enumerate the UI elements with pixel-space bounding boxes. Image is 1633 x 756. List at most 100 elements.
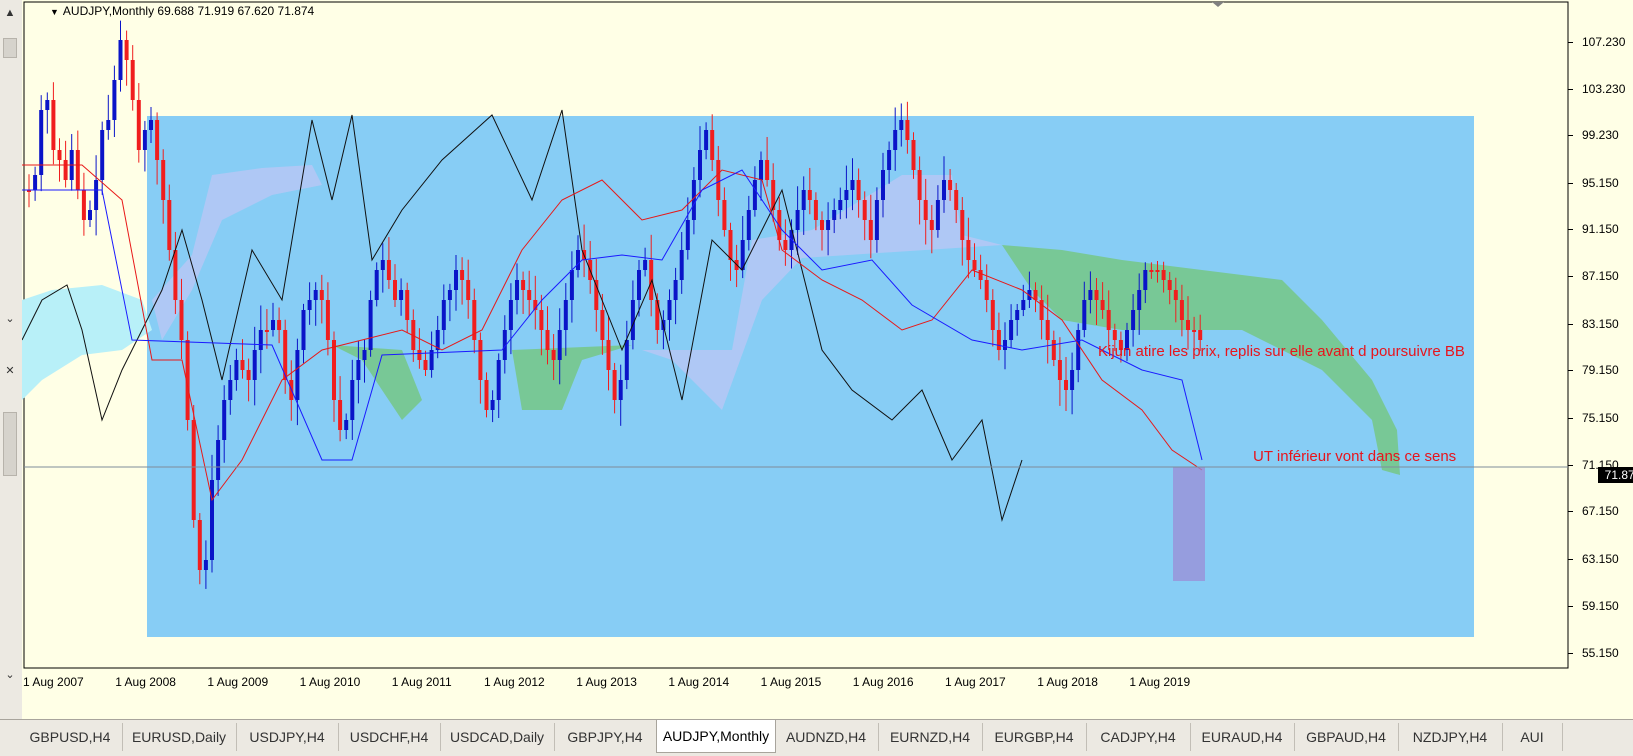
bull-candle xyxy=(1088,290,1093,300)
collapse-icon[interactable]: ▲ xyxy=(2,6,18,20)
bear-candle xyxy=(1179,300,1184,320)
bull-candle xyxy=(618,380,623,400)
bear-candle xyxy=(405,290,410,320)
price-label: 67.150 xyxy=(1582,504,1619,518)
bull-candle xyxy=(704,130,709,150)
bear-candle xyxy=(478,340,483,380)
tab-usdcad-daily[interactable]: USDCAD,Daily xyxy=(440,723,555,751)
bear-candle xyxy=(649,260,654,300)
tab-usdchf-h4[interactable]: USDCHF,H4 xyxy=(338,723,441,751)
price-tick xyxy=(1568,559,1573,560)
bull-candle xyxy=(801,190,806,210)
bull-candle xyxy=(100,130,105,180)
bear-candle xyxy=(960,210,965,240)
chevron-down-icon[interactable]: ⌄ xyxy=(2,312,18,326)
bear-candle xyxy=(484,380,489,410)
bear-candle xyxy=(551,350,556,360)
bull-candle xyxy=(344,420,349,430)
chevron-down-icon[interactable]: ⌄ xyxy=(2,668,18,682)
bear-candle xyxy=(460,270,465,280)
bear-candle xyxy=(917,170,922,200)
tab-usdjpy-h4[interactable]: USDJPY,H4 xyxy=(236,723,339,751)
price-label: 91.150 xyxy=(1582,222,1619,236)
tab-aui[interactable]: AUI xyxy=(1502,723,1563,751)
tab-cadjpy-h4[interactable]: CADJPY,H4 xyxy=(1086,723,1191,751)
bear-candle xyxy=(63,160,68,180)
current-price-tag: 71.874 xyxy=(1598,467,1633,483)
bear-candle xyxy=(1057,360,1062,380)
bear-candle xyxy=(655,300,660,330)
bear-candle xyxy=(264,330,269,332)
tab-eurusd-daily[interactable]: EURUSD,Daily xyxy=(122,723,237,751)
time-label: 1 Aug 2010 xyxy=(299,675,361,689)
tab-gbpaud-h4[interactable]: GBPAUD,H4 xyxy=(1294,723,1399,751)
bear-candle xyxy=(393,280,397,300)
bear-candle xyxy=(466,280,471,300)
bear-candle xyxy=(948,180,953,190)
price-tick xyxy=(1568,42,1573,43)
bull-candle xyxy=(515,280,519,300)
bull-candle xyxy=(380,260,385,270)
bear-candle xyxy=(1186,320,1190,330)
dropdown-triangle-icon[interactable]: ▼ xyxy=(50,7,59,17)
bull-candle xyxy=(203,560,208,570)
bear-candle xyxy=(81,190,86,220)
price-chart[interactable] xyxy=(22,0,1633,724)
bull-candle xyxy=(1070,370,1075,390)
bear-candle xyxy=(966,240,971,260)
bull-candle xyxy=(228,380,233,400)
bear-candle xyxy=(545,330,550,350)
price-tick xyxy=(1568,229,1573,230)
bear-candle xyxy=(124,40,129,60)
bull-candle xyxy=(45,100,50,110)
price-label: 103.230 xyxy=(1582,82,1626,96)
bear-candle xyxy=(325,300,330,340)
time-label: 1 Aug 2009 xyxy=(207,675,269,689)
bear-candle xyxy=(856,180,861,200)
bull-candle xyxy=(1082,300,1087,330)
bull-candle xyxy=(576,250,580,270)
panel-scrollbar[interactable] xyxy=(3,412,17,476)
bull-candle xyxy=(496,360,501,400)
navigator-scrollbar[interactable] xyxy=(3,38,17,58)
bull-candle xyxy=(454,270,458,290)
bear-candle xyxy=(606,340,611,370)
bull-candle xyxy=(368,300,373,350)
bull-candle xyxy=(149,120,153,130)
bull-candle xyxy=(1015,310,1020,320)
time-label: 1 Aug 2017 xyxy=(945,675,1006,689)
bear-candle xyxy=(984,280,989,300)
bear-candle xyxy=(929,220,934,230)
chart-window[interactable]: ▼ AUDJPY,Monthly 69.688 71.919 67.620 71.… xyxy=(22,0,1633,724)
bull-candle xyxy=(630,300,635,340)
tab-eurgbp-h4[interactable]: EURGBP,H4 xyxy=(982,723,1087,751)
bear-candle xyxy=(386,260,391,280)
tab-eurnzd-h4[interactable]: EURNZD,H4 xyxy=(878,723,983,751)
tab-nzdjpy-h4[interactable]: NZDJPY,H4 xyxy=(1398,723,1503,751)
bear-candle xyxy=(600,310,605,340)
bull-candle xyxy=(874,200,879,240)
price-label: 87.150 xyxy=(1582,269,1619,283)
bear-candle xyxy=(1064,380,1068,390)
bull-candle xyxy=(844,190,849,200)
close-icon[interactable]: ✕ xyxy=(2,364,18,378)
tab-gbpjpy-h4[interactable]: GBPJPY,H4 xyxy=(554,723,657,751)
bear-candle xyxy=(161,160,166,200)
bull-candle xyxy=(679,250,684,280)
bull-candle xyxy=(893,130,898,150)
bear-candle xyxy=(820,220,824,230)
bear-candle xyxy=(1198,330,1203,340)
bear-candle xyxy=(1100,300,1105,310)
bear-candle xyxy=(51,100,56,150)
tab-gbpusd-h4[interactable]: GBPUSD,H4 xyxy=(18,723,123,751)
bear-candle xyxy=(1192,330,1197,332)
bull-candle xyxy=(942,180,946,200)
price-label: 95.150 xyxy=(1582,176,1619,190)
bear-candle xyxy=(1155,270,1160,272)
bear-candle xyxy=(923,200,928,220)
tab-audjpy-monthly[interactable]: AUDJPY,Monthly xyxy=(656,720,776,753)
tab-audnzd-h4[interactable]: AUDNZD,H4 xyxy=(774,723,879,751)
tab-euraud-h4[interactable]: EURAUD,H4 xyxy=(1190,723,1295,751)
bear-candle xyxy=(423,360,428,370)
bear-candle xyxy=(1167,280,1172,290)
